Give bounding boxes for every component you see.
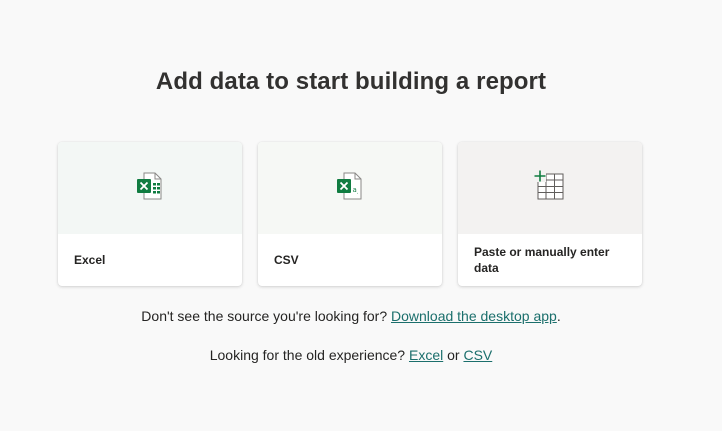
svg-text:,: , <box>357 189 358 194</box>
excel-card-label: Excel <box>74 253 106 267</box>
excel-card[interactable]: Excel <box>58 142 242 286</box>
old-experience-prompt: Looking for the old experience? <box>209 347 406 363</box>
table-add-icon <box>534 169 566 207</box>
old-excel-link[interactable]: Excel <box>409 347 443 363</box>
csv-card[interactable]: a , CSV <box>258 142 442 286</box>
excel-card-preview <box>58 142 242 234</box>
old-csv-link[interactable]: CSV <box>463 347 492 363</box>
data-source-cards: Excel a , CSV Paste or manually enter da… <box>58 142 642 286</box>
csv-card-preview: a , <box>258 142 442 234</box>
source-help-line: Don't see the source you're looking for?… <box>0 308 702 324</box>
source-prompt-text: Don't see the source you're looking for? <box>141 308 388 324</box>
paste-card-preview <box>458 142 642 234</box>
paste-card-label: Paste or manually enter data <box>474 245 610 275</box>
download-desktop-app-link[interactable]: Download the desktop app <box>391 308 557 324</box>
csv-file-icon: a , <box>336 171 364 206</box>
page-title: Add data to start building a report <box>155 68 547 95</box>
add-data-page: Add data to start building a report Exce… <box>0 0 722 431</box>
or-text: or <box>447 347 460 363</box>
csv-card-label: CSV <box>274 253 299 267</box>
excel-file-icon <box>136 171 164 206</box>
paste-data-card[interactable]: Paste or manually enter data <box>458 142 642 286</box>
old-experience-line: Looking for the old experience? Excel or… <box>0 347 702 363</box>
period-text: . <box>556 308 561 324</box>
